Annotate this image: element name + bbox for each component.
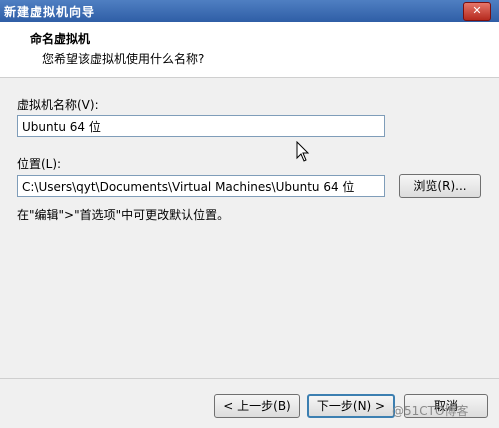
page-title: 命名虚拟机 <box>30 32 91 46</box>
vm-name-input[interactable] <box>17 115 385 137</box>
footer-separator <box>0 378 499 379</box>
location-label: 位置(L): <box>17 157 62 171</box>
location-hint: 在"编辑">"首选项"中可更改默认位置。 <box>17 208 230 222</box>
location-input[interactable] <box>17 175 385 197</box>
page-subtitle: 您希望该虚拟机使用什么名称? <box>42 52 205 66</box>
browse-button[interactable]: 浏览(R)... <box>399 174 481 198</box>
wizard-header: 命名虚拟机 您希望该虚拟机使用什么名称? <box>0 22 499 78</box>
back-button[interactable]: < 上一步(B) <box>214 394 300 418</box>
wizard-window: 新建虚拟机向导 ✕ 命名虚拟机 您希望该虚拟机使用什么名称? 虚拟机名称(V):… <box>0 0 499 428</box>
close-icon: ✕ <box>472 4 482 17</box>
mouse-pointer-icon <box>296 140 310 163</box>
close-button[interactable]: ✕ <box>463 2 491 21</box>
vm-name-label: 虚拟机名称(V): <box>17 98 99 112</box>
next-button[interactable]: 下一步(N) > <box>307 394 395 418</box>
watermark: @51CTO博客 <box>392 404 469 418</box>
title-bar: 新建虚拟机向导 ✕ <box>0 0 499 22</box>
window-title: 新建虚拟机向导 <box>4 5 96 19</box>
